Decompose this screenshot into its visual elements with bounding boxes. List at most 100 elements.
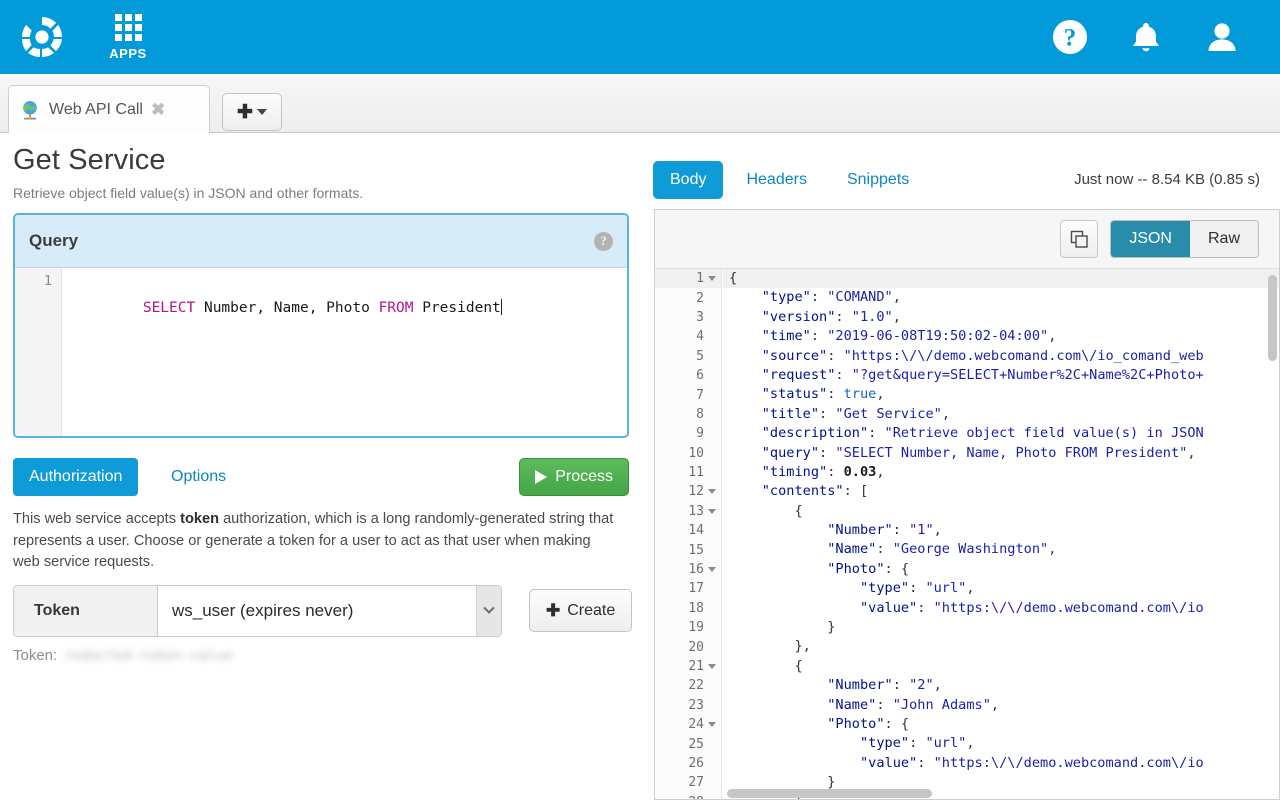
authorization-description: This web service accepts token authoriza… <box>13 509 621 574</box>
tab-label: Web API Call <box>49 101 143 119</box>
plus-icon: ✚ <box>546 601 560 621</box>
code-line: { <box>723 657 1279 676</box>
fold-triangle-icon[interactable] <box>708 567 716 572</box>
authorization-button[interactable]: Authorization <box>13 458 138 496</box>
code-line: "value": "https:\/\/demo.webcomand.com\/… <box>723 754 1279 773</box>
query-code-line: SELECT Number, Name, Photo FROM Presiden… <box>73 268 627 349</box>
code-line-number: 21 <box>655 657 721 676</box>
fold-triangle-icon[interactable] <box>708 276 716 281</box>
code-line: "Number": "1", <box>723 521 1279 540</box>
code-line-number: 13 <box>655 502 721 521</box>
code-line-number: 7 <box>655 385 721 404</box>
code-line-number: 6 <box>655 366 721 385</box>
globe-icon <box>19 99 41 121</box>
response-tabs: Body Headers Snippets <box>653 161 926 199</box>
tab-body[interactable]: Body <box>653 161 723 199</box>
process-label: Process <box>555 468 613 486</box>
account-button[interactable] <box>1202 17 1242 57</box>
response-status: Just now -- 8.54 KB (0.85 s) <box>1074 171 1260 188</box>
code-line-number: 10 <box>655 444 721 463</box>
token-field-group: Token ws_user (expires never) <box>13 585 502 637</box>
code-line-number: 25 <box>655 734 721 753</box>
code-line-number: 16 <box>655 560 721 579</box>
help-question-icon[interactable]: ? <box>594 232 613 251</box>
svg-text:?: ? <box>1064 25 1077 52</box>
code-line: "type": "url", <box>723 579 1279 598</box>
notifications-button[interactable] <box>1126 17 1166 57</box>
options-button[interactable]: Options <box>171 458 226 496</box>
code-line-number: 18 <box>655 599 721 618</box>
query-panel-header: Query ? <box>15 215 627 268</box>
code-line-number: 22 <box>655 676 721 695</box>
code-line-number: 8 <box>655 405 721 424</box>
apps-label: APPS <box>109 46 146 61</box>
add-tab-button[interactable]: ✚ <box>222 93 282 131</box>
code-line: "title": "Get Service", <box>723 405 1279 424</box>
fold-triangle-icon[interactable] <box>708 489 716 494</box>
create-label: Create <box>567 602 615 620</box>
response-toolbar: JSON Raw <box>655 210 1279 269</box>
code-line: "Name": "John Adams", <box>723 696 1279 715</box>
token-selected-value: ws_user (expires never) <box>172 601 353 621</box>
token-select[interactable]: ws_user (expires never) <box>158 586 501 636</box>
query-editor-panel: Query ? 1 SELECT Number, Name, Photo FRO… <box>13 213 629 438</box>
format-raw-button[interactable]: Raw <box>1190 221 1258 257</box>
tab-web-api-call[interactable]: Web API Call ✖ <box>8 85 210 133</box>
token-value-row: Token: redacted-token-value <box>13 647 233 664</box>
desc-bold-token: token <box>180 511 219 527</box>
process-button[interactable]: Process <box>519 458 629 496</box>
query-line-number: 1 <box>15 268 61 295</box>
code-line-number: 17 <box>655 579 721 598</box>
chevron-down-icon[interactable] <box>476 586 501 636</box>
fold-triangle-icon[interactable] <box>708 664 716 669</box>
request-panel: Get Service Retrieve object field value(… <box>0 133 645 800</box>
sql-keyword-from: FROM <box>379 300 414 316</box>
code-line-number: 12 <box>655 482 721 501</box>
sql-keyword-select: SELECT <box>143 300 195 316</box>
code-line-gutter: 1234567891011121314151617181920212223242… <box>655 269 722 800</box>
user-avatar-icon <box>1202 17 1242 57</box>
code-line: "source": "https:\/\/demo.webcomand.com\… <box>723 347 1279 366</box>
code-line: "timing": 0.03, <box>723 463 1279 482</box>
response-viewer: JSON Raw 1234567891011121314151617181920… <box>654 209 1280 800</box>
code-line: "value": "https:\/\/demo.webcomand.com\/… <box>723 599 1279 618</box>
fold-triangle-icon[interactable] <box>708 722 716 727</box>
close-x-icon[interactable]: ✖ <box>151 101 165 118</box>
code-line-number: 4 <box>655 327 721 346</box>
tab-strip: Web API Call ✖ ✚ <box>0 74 1280 133</box>
code-line-number: 3 <box>655 308 721 327</box>
code-line-number: 20 <box>655 637 721 656</box>
sql-table: President <box>413 300 500 316</box>
code-line: "Photo": { <box>723 715 1279 734</box>
code-line: "request": "?get&query=SELECT+Number%2C+… <box>723 366 1279 385</box>
format-json-button[interactable]: JSON <box>1111 221 1190 257</box>
apps-grid-icon <box>115 14 142 41</box>
code-content[interactable]: { "type": "COMAND", "version": "1.0", "t… <box>723 269 1279 800</box>
code-line: "description": "Retrieve object field va… <box>723 424 1279 443</box>
code-line-number: 28 <box>655 793 721 800</box>
tab-snippets[interactable]: Snippets <box>830 161 926 199</box>
horizontal-scrollbar[interactable] <box>727 789 932 798</box>
top-navigation-bar: APPS ? <box>0 0 1280 74</box>
code-line: "query": "SELECT Number, Name, Photo FRO… <box>723 444 1279 463</box>
code-line-number: 2 <box>655 288 721 307</box>
help-button[interactable]: ? <box>1050 17 1090 57</box>
code-line: "Name": "George Washington", <box>723 540 1279 559</box>
apps-menu-button[interactable]: APPS <box>96 14 160 61</box>
play-icon <box>535 470 547 484</box>
query-input[interactable]: 1 SELECT Number, Name, Photo FROM Presid… <box>15 268 627 438</box>
format-toggle: JSON Raw <box>1110 220 1259 258</box>
token-row: Token ws_user (expires never) ✚ Create <box>13 585 629 637</box>
fold-triangle-icon[interactable] <box>708 509 716 514</box>
create-token-button[interactable]: ✚ Create <box>529 589 632 632</box>
text-cursor <box>501 299 502 315</box>
tab-headers[interactable]: Headers <box>729 161 823 199</box>
page-subtitle: Retrieve object field value(s) in JSON a… <box>13 185 645 201</box>
token-field-label: Token <box>14 586 158 636</box>
vertical-scrollbar[interactable] <box>1268 275 1277 361</box>
code-line: "Photo": { <box>723 560 1279 579</box>
copy-button[interactable] <box>1060 220 1098 258</box>
json-code-viewer[interactable]: 1234567891011121314151617181920212223242… <box>655 269 1279 800</box>
app-logo[interactable] <box>14 9 70 65</box>
code-line-number: 9 <box>655 424 721 443</box>
